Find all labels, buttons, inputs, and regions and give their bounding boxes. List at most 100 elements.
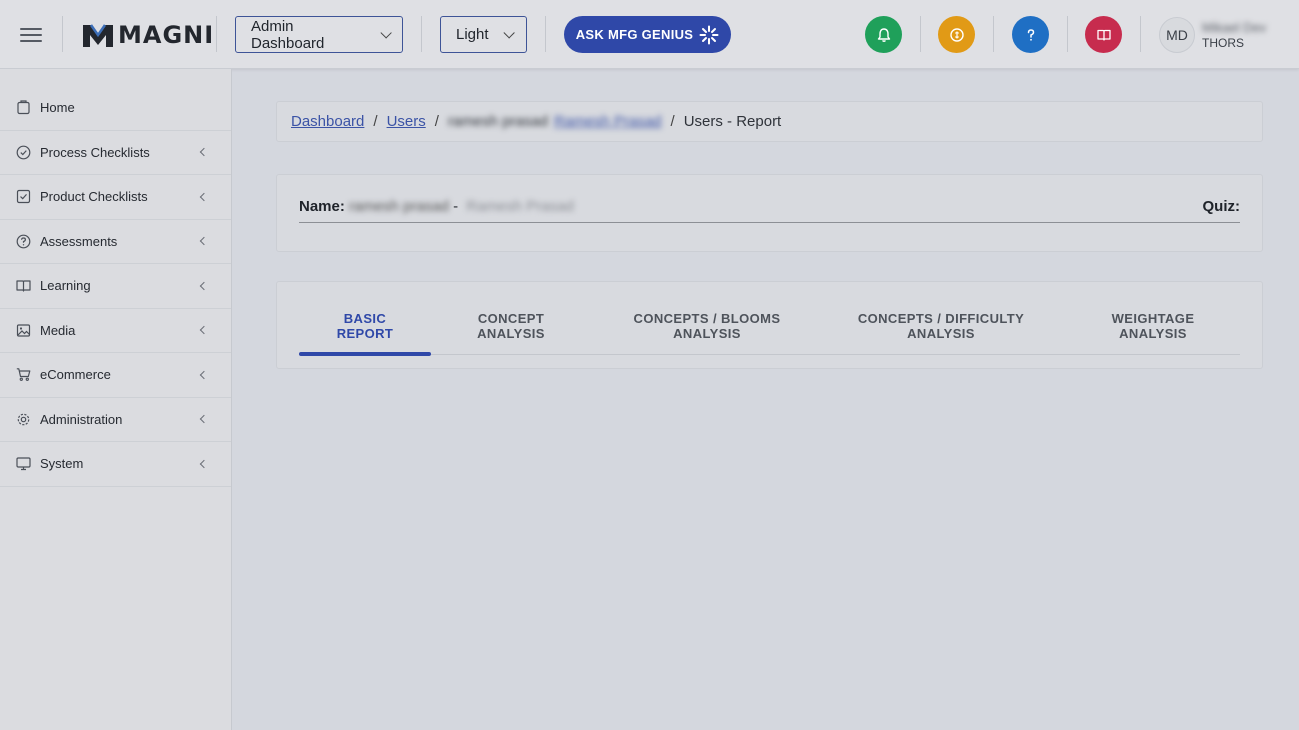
- tab-line: REPORT: [336, 326, 394, 341]
- breadcrumb-users-link[interactable]: Users: [387, 113, 426, 130]
- breadcrumb-separator: /: [670, 113, 675, 130]
- sidebar-item-home[interactable]: Home: [0, 86, 231, 131]
- menu-toggle-icon[interactable]: [20, 24, 42, 44]
- bell-icon: [877, 27, 890, 42]
- user-name[interactable]: Mikael Dev: [1202, 20, 1266, 35]
- magni-logo[interactable]: MAGNI: [82, 20, 214, 50]
- user-name-field: Name: ramesh prasad - Ramesh Prasad: [299, 198, 574, 215]
- sidebar-item-assessments[interactable]: Assessments: [0, 220, 231, 264]
- avatar-initials: MD: [1166, 27, 1188, 43]
- report-tabs-card: BASIC REPORT CONCEPT ANALYSIS CONCEPTS /…: [276, 281, 1263, 369]
- check-circle-icon: [16, 145, 31, 160]
- sidebar-item-administration[interactable]: Administration: [0, 398, 231, 442]
- breadcrumb-current: Users - Report: [683, 113, 782, 130]
- sidebar-item-label: Product Checklists: [40, 189, 148, 205]
- home-icon: [16, 100, 31, 115]
- user-info-card: Name: ramesh prasad - Ramesh Prasad Quiz:: [276, 174, 1263, 252]
- logo-mark-icon: [83, 24, 113, 47]
- report-tabs: BASIC REPORT CONCEPT ANALYSIS CONCEPTS /…: [299, 282, 1240, 356]
- cart-icon: [16, 367, 31, 382]
- dashboard-select-value: Admin Dashboard: [251, 17, 325, 52]
- tab-concepts-difficulty-analysis[interactable]: CONCEPTS / DIFFICULTY ANALYSIS: [837, 311, 1045, 341]
- top-bar: MAGNI Admin Dashboard Light ASK MFG GENI…: [0, 0, 1299, 69]
- image-icon: [16, 323, 31, 338]
- book-open-icon: [16, 278, 31, 293]
- book-icon: [1096, 29, 1111, 41]
- active-tab-indicator: [299, 352, 431, 356]
- tab-weightage-analysis[interactable]: WEIGHTAGE ANALYSIS: [1099, 311, 1207, 341]
- user-info-row: Name: ramesh prasad - Ramesh Prasad Quiz:: [299, 190, 1240, 223]
- sidebar-item-media[interactable]: Media: [0, 309, 231, 353]
- divider: [62, 16, 63, 52]
- divider: [993, 16, 994, 52]
- sidebar-item-product-checklists[interactable]: Product Checklists: [0, 175, 231, 220]
- divider: [920, 16, 921, 52]
- sidebar-item-label: Process Checklists: [40, 144, 150, 160]
- tab-line: ANALYSIS: [907, 326, 975, 341]
- sidebar-item-label: Media: [40, 322, 76, 338]
- breadcrumb-dashboard-link[interactable]: Dashboard: [291, 113, 364, 130]
- name-dash: -: [453, 197, 459, 215]
- chevron-down-icon: [502, 26, 515, 39]
- sidebar-item-label: Home: [40, 100, 75, 116]
- question-mark-icon: [1027, 28, 1034, 41]
- theme-select[interactable]: Light: [440, 16, 527, 53]
- sidebar-item-label: System: [40, 456, 84, 472]
- coins-button[interactable]: [938, 16, 975, 53]
- sidebar: Home Process Checklists Product Checklis…: [0, 69, 232, 730]
- breadcrumb-user-id: ramesh prasad: [447, 113, 548, 130]
- sidebar-item-learning[interactable]: Learning: [0, 264, 231, 309]
- divider: [1140, 16, 1141, 52]
- coin-icon: [949, 27, 964, 42]
- breadcrumb: Dashboard / Users / ramesh prasad Ramesh…: [276, 101, 1263, 142]
- docs-button[interactable]: [1085, 16, 1122, 53]
- chevron-left-icon: [199, 459, 209, 468]
- sidebar-item-label: Assessments: [40, 233, 118, 249]
- chevron-left-icon: [199, 237, 209, 246]
- tab-line: ANALYSIS: [1119, 326, 1187, 341]
- sidebar-item-label: Administration: [40, 411, 123, 427]
- genius-button-label: ASK MFG GENIUS: [575, 27, 694, 42]
- tab-line: WEIGHTAGE: [1111, 311, 1195, 326]
- check-square-icon: [16, 189, 31, 204]
- theme-select-value: Light: [456, 26, 489, 43]
- divider: [1067, 16, 1068, 52]
- chevron-left-icon: [199, 192, 209, 201]
- name-alt: Ramesh Prasad: [466, 197, 574, 215]
- sparkle-icon: [699, 25, 719, 44]
- sidebar-item-label: eCommerce: [40, 367, 111, 383]
- tab-line: BASIC: [343, 311, 387, 326]
- name-value: ramesh prasad: [348, 197, 449, 215]
- help-button[interactable]: [1012, 16, 1049, 53]
- tab-line: CONCEPTS / DIFFICULTY: [857, 311, 1025, 326]
- tab-basic-report[interactable]: BASIC REPORT: [299, 311, 431, 341]
- notifications-button[interactable]: [865, 16, 902, 53]
- monitor-icon: [16, 456, 31, 471]
- breadcrumb-separator: /: [434, 113, 439, 130]
- dashboard-select[interactable]: Admin Dashboard: [235, 16, 403, 53]
- sidebar-item-system[interactable]: System: [0, 442, 231, 487]
- tab-concepts-blooms-analysis[interactable]: CONCEPTS / BLOOMS ANALYSIS: [615, 311, 799, 341]
- tab-line: ANALYSIS: [477, 326, 545, 341]
- logo-text: MAGNI: [118, 21, 215, 49]
- breadcrumb-separator: /: [373, 113, 378, 130]
- ask-mfg-genius-button[interactable]: ASK MFG GENIUS: [564, 16, 731, 53]
- tab-line: CONCEPT: [477, 311, 545, 326]
- tab-line: ANALYSIS: [673, 326, 741, 341]
- sidebar-item-process-checklists[interactable]: Process Checklists: [0, 131, 231, 175]
- chevron-left-icon: [199, 281, 209, 290]
- question-circle-icon: [16, 234, 31, 249]
- breadcrumb-user-link[interactable]: Ramesh Prasad: [554, 113, 662, 130]
- divider: [216, 16, 217, 52]
- chevron-left-icon: [199, 370, 209, 379]
- tab-concept-analysis[interactable]: CONCEPT ANALYSIS: [461, 311, 561, 341]
- sidebar-item-ecommerce[interactable]: eCommerce: [0, 353, 231, 398]
- chevron-left-icon: [199, 415, 209, 424]
- chevron-left-icon: [199, 326, 209, 335]
- gear-icon: [16, 412, 31, 427]
- divider: [545, 16, 546, 52]
- user-avatar[interactable]: MD: [1159, 17, 1195, 53]
- quiz-label: Quiz:: [1202, 197, 1241, 215]
- user-org: THORS: [1202, 36, 1244, 50]
- sidebar-item-label: Learning: [40, 278, 91, 294]
